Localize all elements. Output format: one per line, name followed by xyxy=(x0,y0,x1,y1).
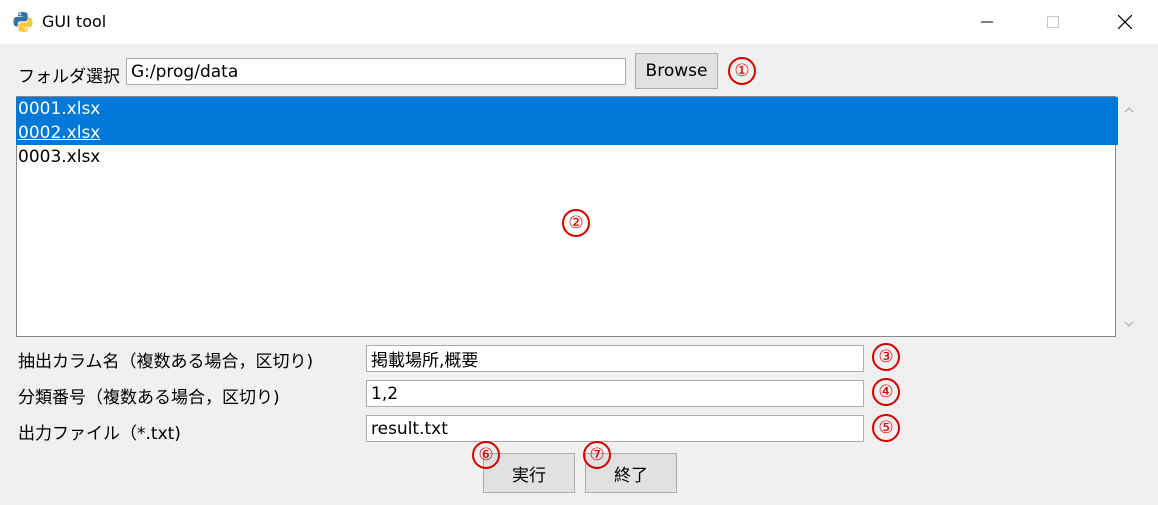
list-item-label: 0003.xlsx xyxy=(18,147,101,167)
column-name-label: 抽出カラム名（複数ある場合，区切り) xyxy=(18,352,314,372)
list-item-label: 0002.xlsx xyxy=(18,123,101,143)
window-title: GUI tool xyxy=(42,12,107,31)
annotation-marker-3: ③ xyxy=(872,343,900,371)
list-item[interactable]: 0001.xlsx xyxy=(16,97,1118,121)
minimize-icon xyxy=(981,21,993,23)
maximize-button[interactable] xyxy=(1022,0,1084,44)
annotation-marker-7: ⑦ xyxy=(583,441,611,469)
annotation-marker-5: ⑤ xyxy=(872,414,900,442)
folder-label: フォルダ選択 xyxy=(18,67,120,87)
annotation-marker-2: ② xyxy=(562,209,590,237)
column-name-input[interactable]: 掲載場所,概要 xyxy=(366,345,864,372)
scroll-down-icon[interactable] xyxy=(1123,318,1135,330)
annotation-marker-4: ④ xyxy=(872,378,900,406)
browse-button[interactable]: Browse xyxy=(635,53,718,89)
list-item[interactable]: 0003.xlsx xyxy=(17,145,1115,169)
scroll-up-icon[interactable] xyxy=(1123,104,1135,116)
listbox-scrollbar[interactable] xyxy=(1117,96,1141,337)
minimize-button[interactable] xyxy=(956,0,1018,44)
title-bar: GUI tool xyxy=(0,0,1158,44)
annotation-marker-6: ⑥ xyxy=(472,441,500,469)
close-icon xyxy=(1118,15,1132,29)
maximize-icon xyxy=(1047,16,1059,28)
annotation-marker-1: ① xyxy=(728,57,756,85)
close-button[interactable] xyxy=(1094,0,1156,44)
folder-path-input[interactable]: G:/prog/data xyxy=(126,58,626,85)
output-file-label: 出力ファイル（*.txt) xyxy=(18,424,181,444)
list-item-label: 0001.xlsx xyxy=(18,99,101,119)
python-icon xyxy=(13,12,33,32)
output-file-input[interactable]: result.txt xyxy=(366,415,864,442)
list-item[interactable]: 0002.xlsx xyxy=(16,121,1118,145)
category-number-label: 分類番号（複数ある場合，区切り) xyxy=(18,388,280,408)
category-number-input[interactable]: 1,2 xyxy=(366,380,864,407)
